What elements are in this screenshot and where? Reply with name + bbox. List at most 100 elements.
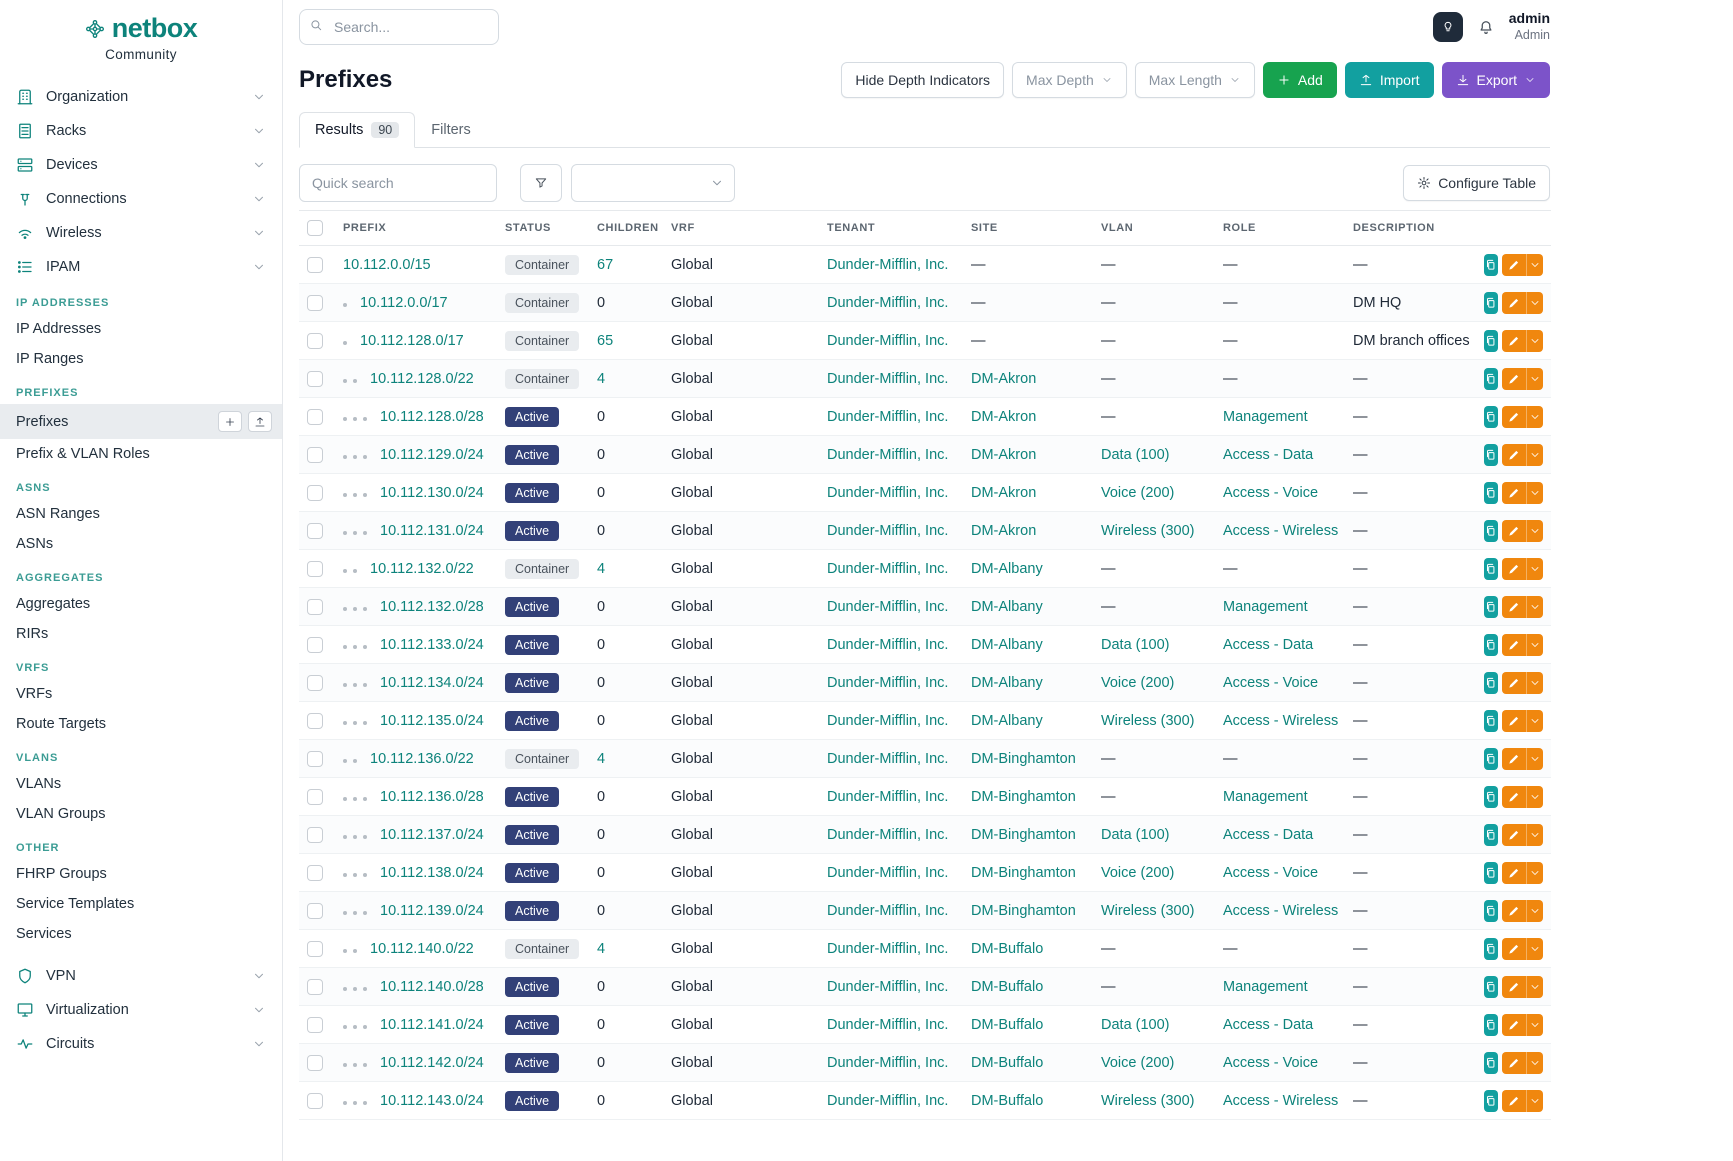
copy-button[interactable]	[1484, 786, 1498, 808]
copy-button[interactable]	[1484, 482, 1498, 504]
edit-button[interactable]	[1502, 862, 1526, 884]
role-link[interactable]: Access - Voice	[1223, 675, 1318, 691]
row-checkbox[interactable]	[307, 637, 323, 653]
edit-button[interactable]	[1502, 558, 1526, 580]
edit-dropdown-button[interactable]	[1526, 330, 1543, 352]
site-link[interactable]: DM-Albany	[971, 675, 1043, 691]
tenant-link[interactable]: Dunder-Mifflin, Inc.	[827, 979, 948, 995]
vlan-link[interactable]: Wireless (300)	[1101, 1093, 1194, 1109]
edit-button[interactable]	[1502, 254, 1526, 276]
children-link[interactable]: 4	[597, 941, 605, 957]
edit-dropdown-button[interactable]	[1526, 482, 1543, 504]
site-link[interactable]: DM-Buffalo	[971, 979, 1043, 995]
edit-dropdown-button[interactable]	[1526, 824, 1543, 846]
prefix-link[interactable]: 10.112.129.0/24	[380, 447, 484, 463]
role-link[interactable]: Access - Voice	[1223, 1055, 1318, 1071]
row-checkbox[interactable]	[307, 713, 323, 729]
prefix-link[interactable]: 10.112.128.0/28	[380, 409, 484, 425]
edit-dropdown-button[interactable]	[1526, 634, 1543, 656]
prefix-link[interactable]: 10.112.137.0/24	[380, 827, 484, 843]
theme-toggle-button[interactable]	[1433, 12, 1463, 42]
row-checkbox[interactable]	[307, 865, 323, 881]
edit-dropdown-button[interactable]	[1526, 520, 1543, 542]
row-checkbox[interactable]	[307, 903, 323, 919]
edit-button[interactable]	[1502, 976, 1526, 998]
row-checkbox[interactable]	[307, 1055, 323, 1071]
row-checkbox[interactable]	[307, 1093, 323, 1109]
tenant-link[interactable]: Dunder-Mifflin, Inc.	[827, 827, 948, 843]
prefix-link[interactable]: 10.112.128.0/22	[370, 371, 474, 387]
vlan-link[interactable]: Wireless (300)	[1101, 713, 1194, 729]
tenant-link[interactable]: Dunder-Mifflin, Inc.	[827, 675, 948, 691]
prefix-link[interactable]: 10.112.135.0/24	[380, 713, 484, 729]
edit-dropdown-button[interactable]	[1526, 938, 1543, 960]
prefix-link[interactable]: 10.112.0.0/15	[343, 257, 431, 273]
sidebar-item-asn-ranges[interactable]: ASN Ranges	[0, 499, 282, 529]
row-checkbox[interactable]	[307, 257, 323, 273]
edit-dropdown-button[interactable]	[1526, 1052, 1543, 1074]
copy-button[interactable]	[1484, 862, 1498, 884]
row-checkbox[interactable]	[307, 941, 323, 957]
column-header-vlan[interactable]: VLAN	[1093, 211, 1215, 246]
max-length-dropdown[interactable]: Max Length	[1135, 62, 1255, 98]
site-link[interactable]: DM-Buffalo	[971, 941, 1043, 957]
sidebar-item-ipam[interactable]: IPAM	[0, 250, 282, 284]
select-all-checkbox[interactable]	[307, 220, 323, 236]
edit-button[interactable]	[1502, 786, 1526, 808]
site-link[interactable]: DM-Binghamton	[971, 827, 1076, 843]
tenant-link[interactable]: Dunder-Mifflin, Inc.	[827, 1017, 948, 1033]
tenant-link[interactable]: Dunder-Mifflin, Inc.	[827, 789, 948, 805]
copy-button[interactable]	[1484, 520, 1498, 542]
prefix-link[interactable]: 10.112.143.0/24	[380, 1093, 484, 1109]
column-header-site[interactable]: SITE	[963, 211, 1093, 246]
copy-button[interactable]	[1484, 1090, 1498, 1112]
copy-button[interactable]	[1484, 1014, 1498, 1036]
site-link[interactable]: DM-Akron	[971, 523, 1036, 539]
tenant-link[interactable]: Dunder-Mifflin, Inc.	[827, 1093, 948, 1109]
role-link[interactable]: Access - Data	[1223, 827, 1313, 843]
edit-dropdown-button[interactable]	[1526, 254, 1543, 276]
copy-button[interactable]	[1484, 406, 1498, 428]
site-link[interactable]: DM-Akron	[971, 485, 1036, 501]
prefix-link[interactable]: 10.112.138.0/24	[380, 865, 484, 881]
sidebar-item-aggregates[interactable]: Aggregates	[0, 589, 282, 619]
tenant-link[interactable]: Dunder-Mifflin, Inc.	[827, 409, 948, 425]
sidebar-item-vlans[interactable]: VLANs	[0, 769, 282, 799]
vlan-link[interactable]: Voice (200)	[1101, 675, 1174, 691]
notifications-button[interactable]	[1477, 18, 1495, 36]
sidebar-item-devices[interactable]: Devices	[0, 148, 282, 182]
tenant-link[interactable]: Dunder-Mifflin, Inc.	[827, 523, 948, 539]
sidebar-add-button[interactable]	[218, 411, 242, 432]
copy-button[interactable]	[1484, 672, 1498, 694]
edit-button[interactable]	[1502, 824, 1526, 846]
sidebar-item-service-templates[interactable]: Service Templates	[0, 889, 282, 919]
site-link[interactable]: DM-Buffalo	[971, 1093, 1043, 1109]
tenant-link[interactable]: Dunder-Mifflin, Inc.	[827, 257, 948, 273]
sidebar-item-wireless[interactable]: Wireless	[0, 216, 282, 250]
sidebar-item-asns[interactable]: ASNs	[0, 529, 282, 559]
sidebar-item-organization[interactable]: Organization	[0, 80, 282, 114]
vlan-link[interactable]: Data (100)	[1101, 1017, 1170, 1033]
tab-results[interactable]: Results 90	[299, 112, 415, 148]
site-link[interactable]: DM-Akron	[971, 371, 1036, 387]
tenant-link[interactable]: Dunder-Mifflin, Inc.	[827, 1055, 948, 1071]
quick-search-input[interactable]	[299, 164, 497, 202]
copy-button[interactable]	[1484, 558, 1498, 580]
children-link[interactable]: 4	[597, 371, 605, 387]
site-link[interactable]: DM-Binghamton	[971, 903, 1076, 919]
tenant-link[interactable]: Dunder-Mifflin, Inc.	[827, 941, 948, 957]
edit-dropdown-button[interactable]	[1526, 406, 1543, 428]
edit-button[interactable]	[1502, 1052, 1526, 1074]
row-checkbox[interactable]	[307, 485, 323, 501]
edit-button[interactable]	[1502, 368, 1526, 390]
import-button[interactable]: Import	[1345, 62, 1434, 98]
tenant-link[interactable]: Dunder-Mifflin, Inc.	[827, 903, 948, 919]
row-checkbox[interactable]	[307, 675, 323, 691]
edit-dropdown-button[interactable]	[1526, 1090, 1543, 1112]
row-checkbox[interactable]	[307, 371, 323, 387]
edit-button[interactable]	[1502, 634, 1526, 656]
site-link[interactable]: DM-Binghamton	[971, 865, 1076, 881]
edit-button[interactable]	[1502, 900, 1526, 922]
row-checkbox[interactable]	[307, 1017, 323, 1033]
role-link[interactable]: Access - Data	[1223, 1017, 1313, 1033]
